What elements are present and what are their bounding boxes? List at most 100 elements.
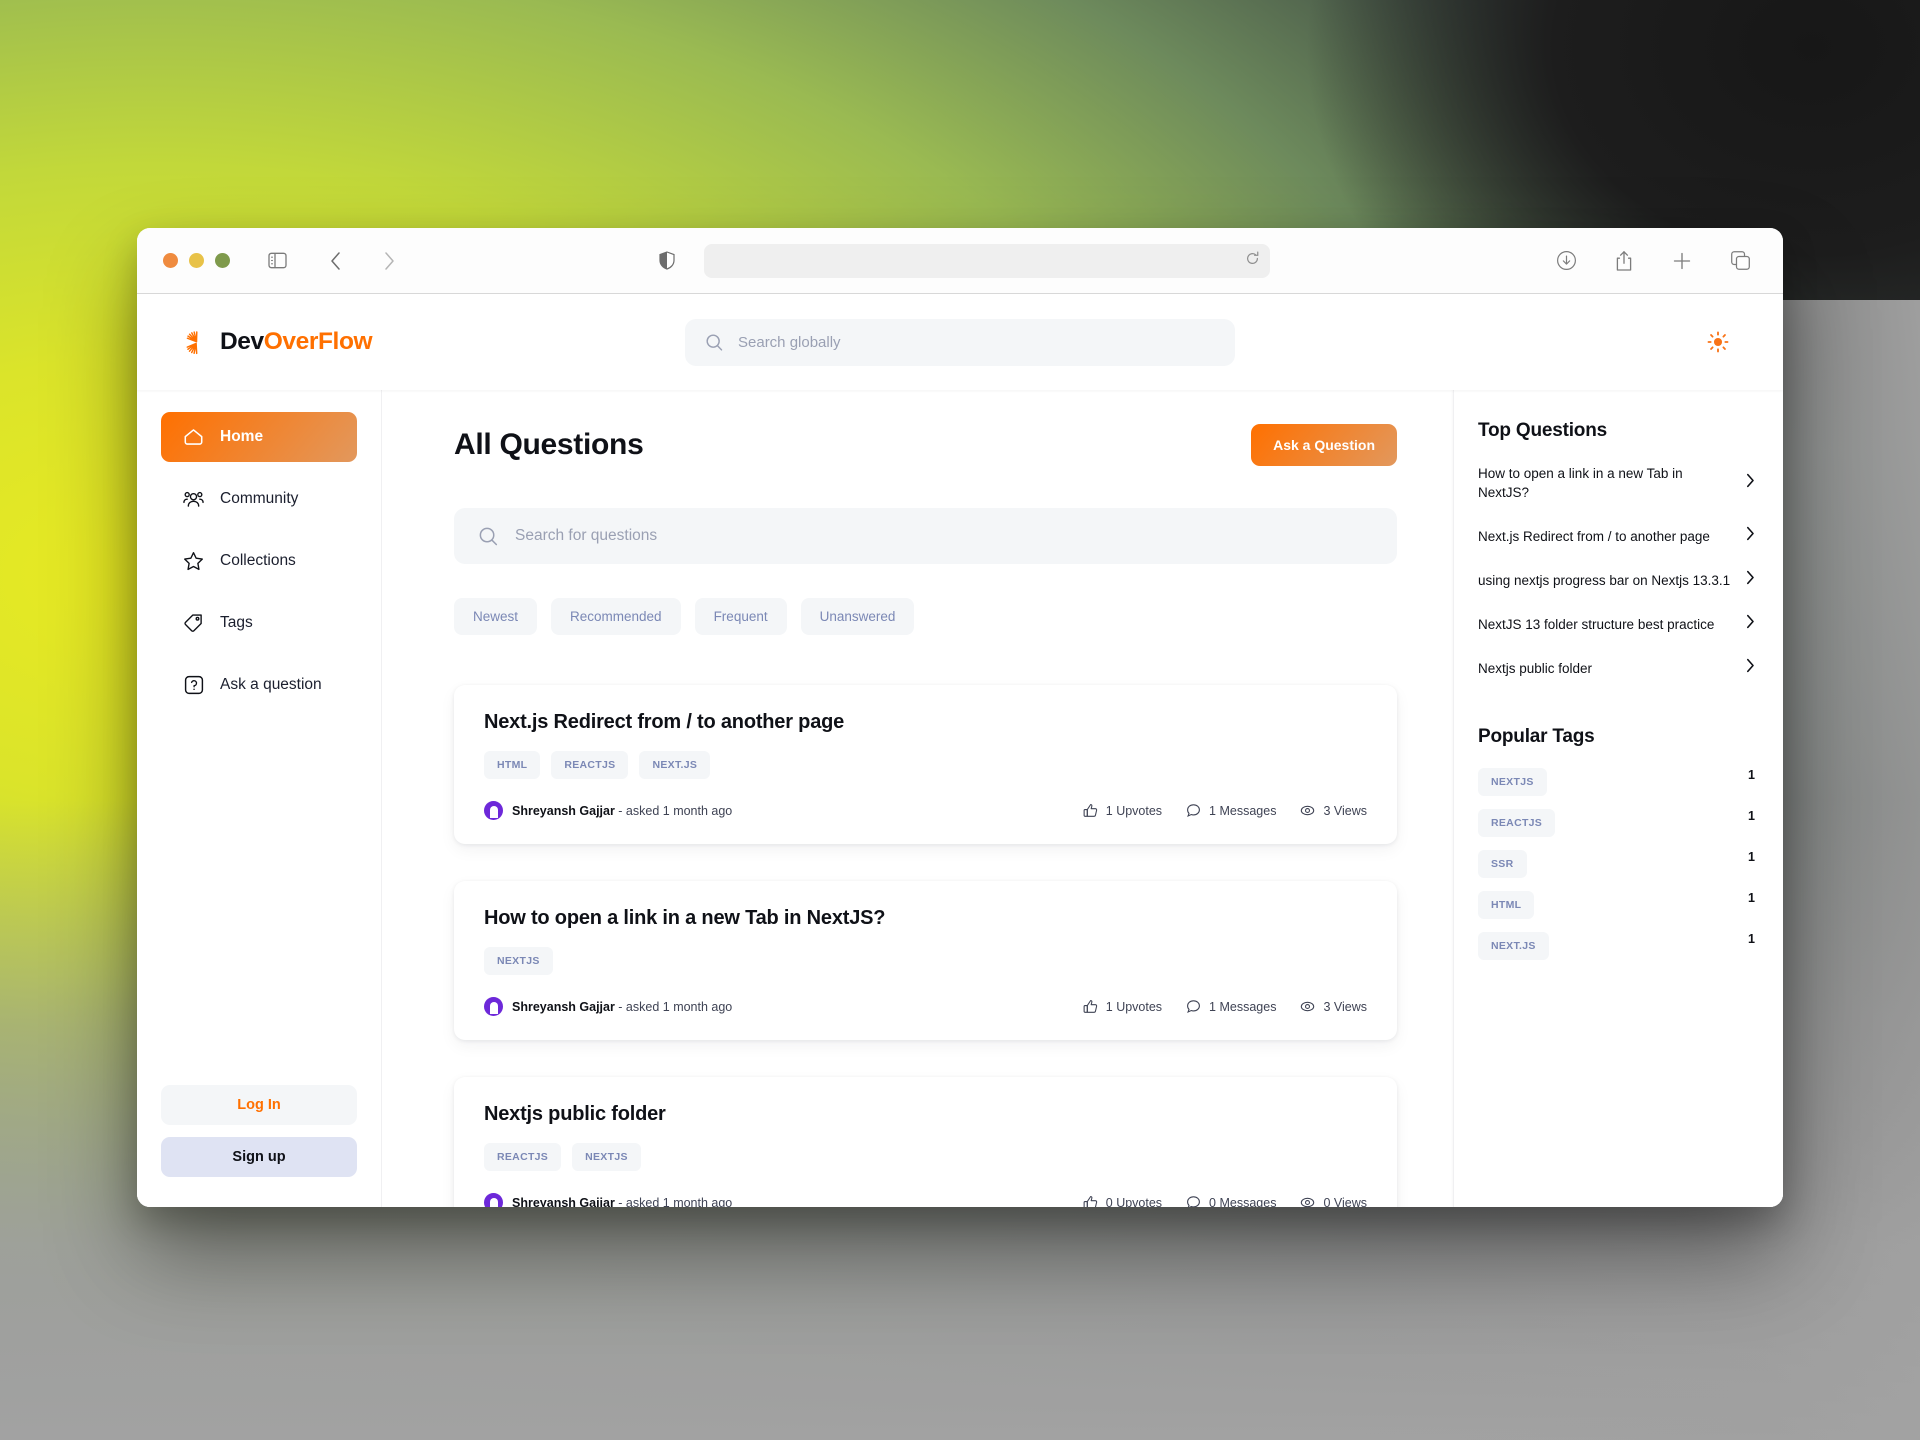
filter-newest[interactable]: Newest [454,598,538,635]
maximize-window-button[interactable] [215,253,230,268]
messages-stat: 0 Messages [1186,1195,1276,1207]
filter-recommended[interactable]: Recommended [551,598,681,635]
top-question-item[interactable]: using nextjs progress bar on Nextjs 13.3… [1478,570,1755,590]
tag-chip[interactable]: NEXT.JS [639,751,711,779]
copy-tabs-icon[interactable] [1723,244,1757,278]
sidebar-icon[interactable] [260,244,294,278]
tag-chip[interactable]: REACTJS [484,1143,562,1171]
upvotes-stat: 0 Upvotes [1083,1195,1162,1207]
page-title: All Questions [454,428,644,461]
upvotes-label: 1 Upvotes [1105,999,1163,1014]
tag-chip[interactable]: HTML [1478,891,1535,920]
question-stats: 0 Upvotes 0 Messages 0 Views [1083,1195,1367,1207]
question-author[interactable]: Shreyansh Gajjar - asked 1 month ago [484,1193,732,1207]
minimize-window-button[interactable] [189,253,204,268]
search-icon [705,333,724,352]
top-question-text: Nextjs public folder [1478,660,1593,676]
views-label: 3 Views [1323,803,1367,818]
author-name: Shreyansh Gajjar [512,1195,615,1208]
popular-tag-item[interactable]: REACTJS 1 [1478,809,1755,838]
sidebar-item-ask-a-question[interactable]: Ask a question [161,660,357,710]
app-logo[interactable]: DevOverFlow [183,328,373,356]
close-window-button[interactable] [163,253,178,268]
question-tags: HTML REACTJS NEXT.JS [484,751,1367,779]
tag-count: 1 [1748,850,1755,865]
sidebar-item-community[interactable]: Community [161,474,357,524]
question-tags: REACTJS NEXTJS [484,1143,1367,1171]
question-search-input[interactable]: Search for questions [454,508,1397,564]
tag-count: 1 [1748,768,1755,783]
tag-chip[interactable]: NEXT.JS [1478,932,1549,961]
popular-tags-list: NEXTJS 1 REACTJS 1 SSR 1 HTML 1 NEXT.JS … [1478,768,1755,961]
message-icon [1186,803,1201,818]
question-author[interactable]: Shreyansh Gajjar - asked 1 month ago [484,801,732,820]
author-meta: - asked 1 month ago [614,803,733,818]
upvotes-label: 0 Upvotes [1105,1195,1163,1208]
tag-chip[interactable]: HTML [484,751,541,779]
sidebar-item-home[interactable]: Home [161,412,357,462]
sidebar-item-collections[interactable]: Collections [161,536,357,586]
question-stats: 1 Upvotes 1 Messages 3 Views [1083,803,1367,818]
author-name: Shreyansh Gajjar [512,999,615,1014]
top-question-text: How to open a link in a new Tab in NextJ… [1478,466,1683,501]
share-icon[interactable] [1607,244,1641,278]
plus-icon[interactable] [1665,244,1699,278]
reload-icon[interactable] [1245,251,1260,271]
shield-icon[interactable] [650,244,684,278]
popular-tag-item[interactable]: NEXTJS 1 [1478,768,1755,797]
filter-frequent[interactable]: Frequent [694,598,787,635]
top-question-item[interactable]: Next.js Redirect from / to another page [1478,526,1755,546]
sidebar-label-community: Community [220,490,299,507]
logo-prefix: Dev [220,328,264,355]
question-title[interactable]: Next.js Redirect from / to another page [484,711,1367,734]
top-question-text: Next.js Redirect from / to another page [1478,528,1710,544]
question-footer: Shreyansh Gajjar - asked 1 month ago 1 U… [484,801,1367,820]
top-questions-list: How to open a link in a new Tab in NextJ… [1478,464,1755,678]
global-search-input[interactable]: Search globally [685,318,1235,366]
download-icon[interactable] [1549,244,1583,278]
top-question-item[interactable]: Nextjs public folder [1478,658,1755,678]
popular-tag-item[interactable]: NEXT.JS 1 [1478,932,1755,961]
top-question-item[interactable]: NextJS 13 folder structure best practice [1478,614,1755,634]
question-title[interactable]: Nextjs public folder [484,1103,1367,1126]
filter-unanswered[interactable]: Unanswered [800,598,915,635]
tag-chip[interactable]: REACTJS [1478,809,1556,838]
tag-chip[interactable]: REACTJS [551,751,629,779]
upvotes-stat: 1 Upvotes [1083,803,1162,818]
address-bar-area [650,243,1270,278]
top-question-item[interactable]: How to open a link in a new Tab in NextJ… [1478,464,1755,502]
messages-label: 1 Messages [1209,803,1277,818]
sidebar-item-tags[interactable]: Tags [161,598,357,648]
home-icon [183,427,204,448]
chevron-right-icon [1746,614,1755,634]
question-list: Next.js Redirect from / to another page … [454,685,1397,1207]
popular-tag-item[interactable]: HTML 1 [1478,891,1755,920]
tag-chip[interactable]: NEXTJS [572,1143,641,1171]
question-author[interactable]: Shreyansh Gajjar - asked 1 month ago [484,997,732,1016]
back-button[interactable] [318,244,352,278]
author-text: Shreyansh Gajjar - asked 1 month ago [512,1196,732,1208]
question-card[interactable]: Next.js Redirect from / to another page … [454,685,1397,844]
author-text: Shreyansh Gajjar - asked 1 month ago [512,1000,732,1014]
tag-chip[interactable]: NEXTJS [484,947,553,975]
question-card[interactable]: Nextjs public folder REACTJS NEXTJS Shre… [454,1077,1397,1207]
login-button[interactable]: Log In [161,1085,357,1125]
question-footer: Shreyansh Gajjar - asked 1 month ago 0 U… [484,1193,1367,1207]
popular-tag-item[interactable]: SSR 1 [1478,850,1755,879]
forward-button[interactable] [372,244,406,278]
question-card[interactable]: How to open a link in a new Tab in NextJ… [454,881,1397,1040]
address-bar[interactable] [704,243,1270,278]
logo-suffix: OverFlow [263,328,373,355]
signup-button[interactable]: Sign up [161,1137,357,1177]
chevron-right-icon [1746,658,1755,678]
ask-question-button[interactable]: Ask a Question [1251,424,1397,466]
question-title[interactable]: How to open a link in a new Tab in NextJ… [484,907,1367,930]
theme-toggle-button[interactable] [1701,325,1735,359]
tag-chip[interactable]: SSR [1478,850,1527,879]
avatar [484,801,503,820]
tag-chip[interactable]: NEXTJS [1478,768,1547,797]
messages-label: 0 Messages [1209,1195,1277,1208]
views-stat: 0 Views [1300,1195,1367,1207]
tag-count: 1 [1748,932,1755,947]
question-search-placeholder: Search for questions [515,527,658,544]
